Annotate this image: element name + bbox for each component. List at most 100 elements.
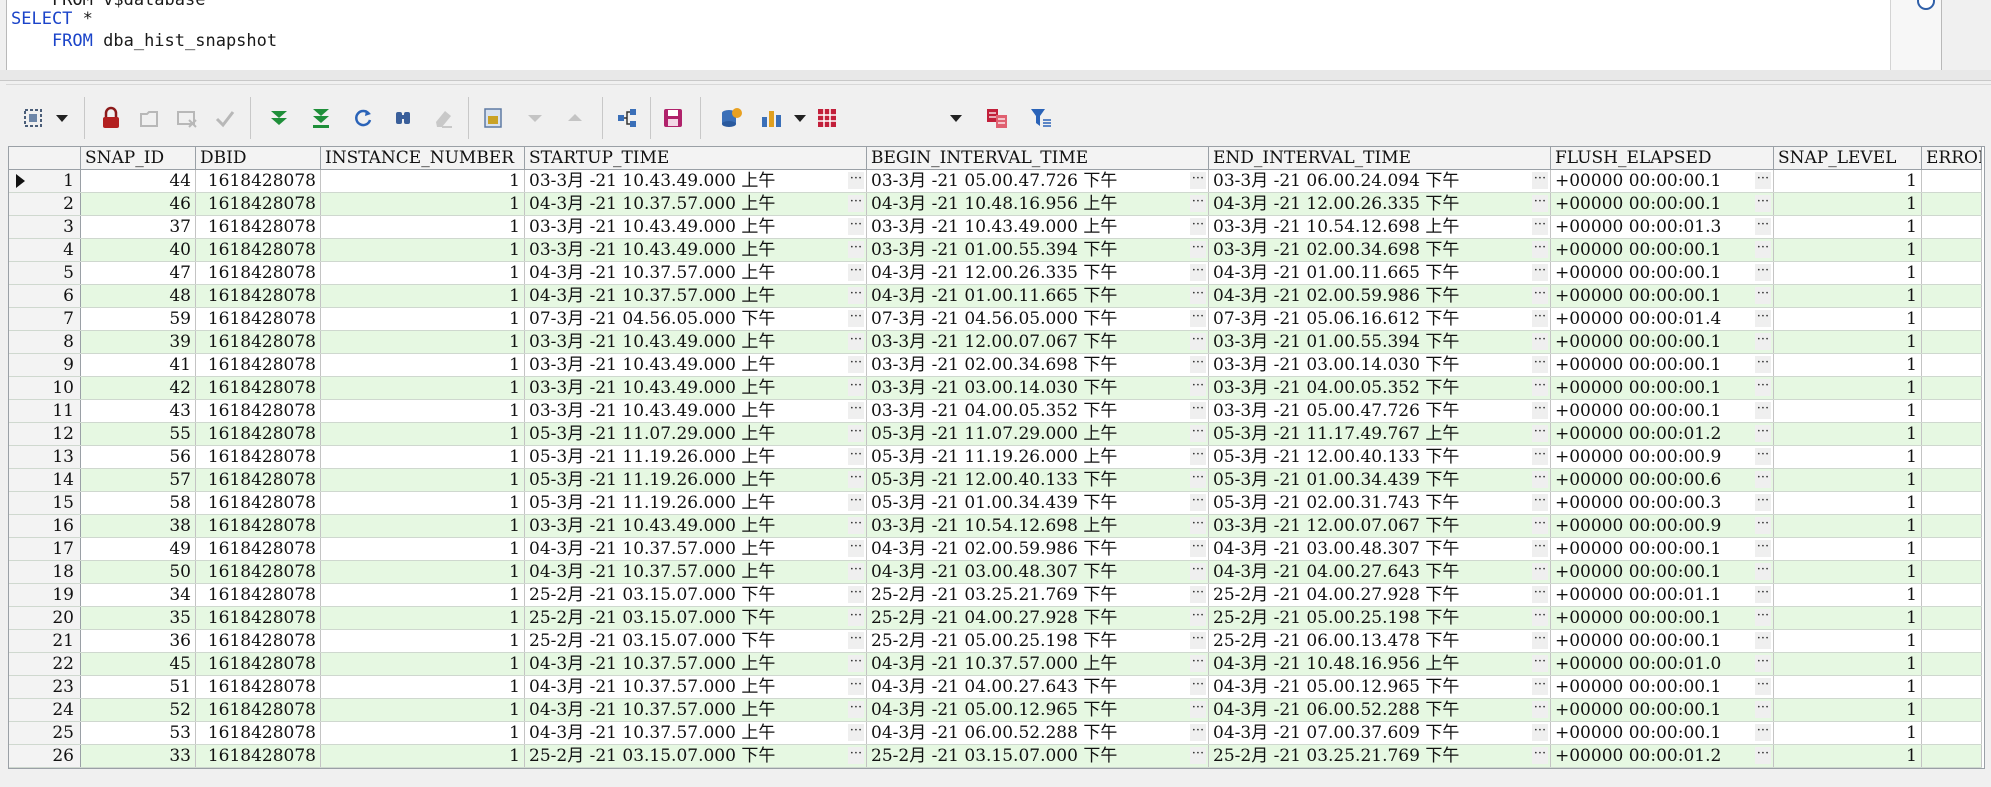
save-icon[interactable] [656,101,690,135]
cell-dbid[interactable]: 1618428078 [196,699,321,721]
cell-snap-level[interactable]: 1 [1774,377,1922,399]
table-row[interactable]: 20 35 1618428078 1 25-2月 -21 03.15.07.000 下午… [9,607,1982,630]
cell-begin-interval-time[interactable]: 25-2月 -21 04.00.27.928 下午 ··· [867,607,1209,629]
cell-instance-number[interactable]: 1 [321,193,525,215]
cell-snap-id[interactable]: 47 [81,262,196,284]
cell-instance-number[interactable]: 1 [321,607,525,629]
filter-icon[interactable] [1024,101,1058,135]
cell-end-interval-time[interactable]: 25-2月 -21 06.00.13.478 下午 ··· [1209,630,1551,652]
cell-end-interval-time[interactable]: 07-3月 -21 05.06.16.612 下午 ··· [1209,308,1551,330]
cell-editor-button[interactable]: ··· [848,356,864,373]
cell-snap-level[interactable]: 1 [1774,538,1922,560]
cell-editor-button[interactable]: ··· [1190,563,1206,580]
cell-editor-button[interactable]: ··· [848,425,864,442]
chart-dropdown-icon[interactable] [794,115,806,122]
cell-editor-button[interactable]: ··· [1532,241,1548,258]
table-row[interactable]: 21 36 1618428078 1 25-2月 -21 03.15.07.000 下午… [9,630,1982,653]
cell-flush-elapsed[interactable]: +00000 00:00:00.9 ··· [1551,515,1774,537]
cell-snap-level[interactable]: 1 [1774,492,1922,514]
row-number[interactable]: 11 [9,400,81,422]
cell-flush-elapsed[interactable]: +00000 00:00:00.1 ··· [1551,285,1774,307]
cell-editor-button[interactable]: ··· [1190,655,1206,672]
cell-startup-time[interactable]: 04-3月 -21 10.37.57.000 上午 ··· [525,722,867,744]
cell-instance-number[interactable]: 1 [321,492,525,514]
cell-dbid[interactable]: 1618428078 [196,630,321,652]
cell-editor-button[interactable]: ··· [1190,172,1206,189]
cell-instance-number[interactable]: 1 [321,699,525,721]
cell-editor-button[interactable]: ··· [848,494,864,511]
cell-snap-level[interactable]: 1 [1774,699,1922,721]
cell-error[interactable] [1922,446,1982,468]
cell-snap-id[interactable]: 49 [81,538,196,560]
header-corner[interactable] [9,147,81,169]
cell-editor-button[interactable]: ··· [1755,678,1771,695]
cell-snap-id[interactable]: 44 [81,170,196,192]
cell-editor-button[interactable]: ··· [1755,287,1771,304]
cell-error[interactable] [1922,492,1982,514]
cell-startup-time[interactable]: 03-3月 -21 10.43.49.000 上午 ··· [525,239,867,261]
table-row[interactable]: 9 41 1618428078 1 03-3月 -21 10.43.49.000 上午 ·… [9,354,1982,377]
cell-editor-button[interactable]: ··· [848,218,864,235]
cell-editor-button[interactable]: ··· [1755,701,1771,718]
cell-editor-button[interactable]: ··· [848,655,864,672]
cell-instance-number[interactable]: 1 [321,262,525,284]
cell-end-interval-time[interactable]: 05-3月 -21 12.00.40.133 下午 ··· [1209,446,1551,468]
row-number[interactable]: 6 [9,285,81,307]
single-record-icon[interactable] [476,101,510,135]
cell-startup-time[interactable]: 25-2月 -21 03.15.07.000 下午 ··· [525,584,867,606]
cell-begin-interval-time[interactable]: 04-3月 -21 12.00.26.335 下午 ··· [867,262,1209,284]
cell-instance-number[interactable]: 1 [321,538,525,560]
cell-editor-button[interactable]: ··· [848,747,864,764]
cell-startup-time[interactable]: 04-3月 -21 10.37.57.000 上午 ··· [525,676,867,698]
grid-select-icon[interactable] [16,101,50,135]
sql-editor[interactable]: FROM v$database SELECT * FROM dba_hist_s… [6,0,1942,71]
cell-editor-button[interactable]: ··· [1190,264,1206,281]
cell-editor-button[interactable]: ··· [848,379,864,396]
cell-snap-id[interactable]: 40 [81,239,196,261]
cell-editor-button[interactable]: ··· [1755,517,1771,534]
cell-begin-interval-time[interactable]: 05-3月 -21 11.07.29.000 上午 ··· [867,423,1209,445]
cell-snap-level[interactable]: 1 [1774,354,1922,376]
cell-editor-button[interactable]: ··· [848,586,864,603]
cell-dbid[interactable]: 1618428078 [196,538,321,560]
cell-editor-button[interactable]: ··· [1755,747,1771,764]
cell-flush-elapsed[interactable]: +00000 00:00:00.1 ··· [1551,239,1774,261]
cell-editor-button[interactable]: ··· [1190,333,1206,350]
cell-snap-level[interactable]: 1 [1774,285,1922,307]
cell-flush-elapsed[interactable]: +00000 00:00:00.3 ··· [1551,492,1774,514]
table-row[interactable]: 12 55 1618428078 1 05-3月 -21 11.07.29.000 上午… [9,423,1982,446]
column-header-snap-id[interactable]: SNAP_ID [81,147,196,169]
clear-icon[interactable] [426,101,460,135]
cell-dbid[interactable]: 1618428078 [196,607,321,629]
cell-dbid[interactable]: 1618428078 [196,515,321,537]
cell-dbid[interactable]: 1618428078 [196,722,321,744]
cell-startup-time[interactable]: 25-2月 -21 03.15.07.000 下午 ··· [525,607,867,629]
cell-snap-level[interactable]: 1 [1774,561,1922,583]
cell-dbid[interactable]: 1618428078 [196,561,321,583]
row-number[interactable]: 2 [9,193,81,215]
cell-end-interval-time[interactable]: 03-3月 -21 03.00.14.030 下午 ··· [1209,354,1551,376]
cell-snap-id[interactable]: 36 [81,630,196,652]
cell-snap-id[interactable]: 55 [81,423,196,445]
cell-editor-button[interactable]: ··· [1532,517,1548,534]
table-row[interactable]: 11 43 1618428078 1 03-3月 -21 10.43.49.000 上午… [9,400,1982,423]
cell-editor-button[interactable]: ··· [848,310,864,327]
grid-select-dropdown-icon[interactable] [56,115,68,122]
cell-snap-id[interactable]: 38 [81,515,196,537]
cell-editor-button[interactable]: ··· [848,195,864,212]
results-grid[interactable]: SNAP_ID DBID INSTANCE_NUMBER STARTUP_TIM… [8,146,1985,769]
cell-snap-id[interactable]: 43 [81,400,196,422]
cell-snap-id[interactable]: 48 [81,285,196,307]
cell-editor-button[interactable]: ··· [1190,195,1206,212]
cell-snap-level[interactable]: 1 [1774,745,1922,767]
cell-editor-button[interactable]: ··· [1190,218,1206,235]
cell-end-interval-time[interactable]: 03-3月 -21 12.00.07.067 下午 ··· [1209,515,1551,537]
cell-instance-number[interactable]: 1 [321,170,525,192]
row-number[interactable]: 18 [9,561,81,583]
cell-editor-button[interactable]: ··· [1532,632,1548,649]
cell-flush-elapsed[interactable]: +00000 00:00:00.9 ··· [1551,446,1774,468]
cell-instance-number[interactable]: 1 [321,630,525,652]
cell-dbid[interactable]: 1618428078 [196,354,321,376]
cell-begin-interval-time[interactable]: 04-3月 -21 10.37.57.000 上午 ··· [867,653,1209,675]
cell-error[interactable] [1922,193,1982,215]
